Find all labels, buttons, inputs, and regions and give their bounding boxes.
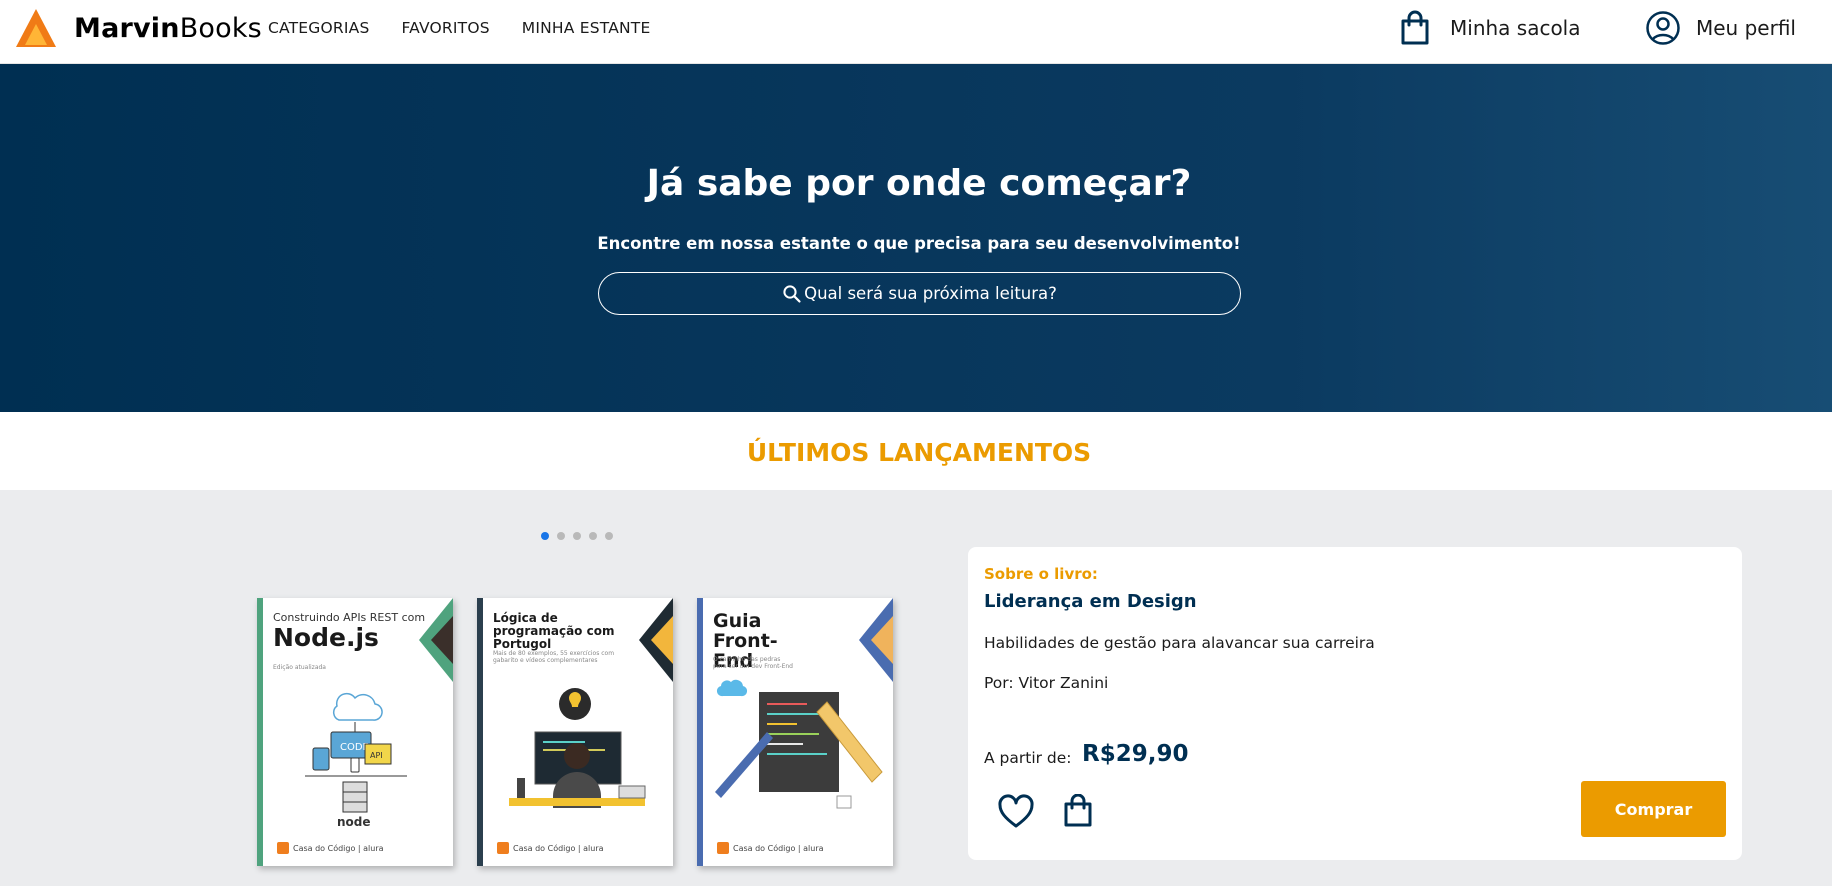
book-title-big: Node.js xyxy=(273,623,379,653)
logo-text: MarvinBooks xyxy=(74,13,262,44)
profile-link[interactable]: Meu perfil xyxy=(1645,10,1796,46)
book-spine xyxy=(697,598,703,866)
carousel-dot[interactable] xyxy=(605,532,613,540)
book-details-card: Sobre o livro: Liderança em Design Habil… xyxy=(968,547,1742,860)
book-title: Construindo APIs REST com Node.js xyxy=(273,611,425,653)
user-circle-icon xyxy=(1646,11,1680,45)
svg-text:node: node xyxy=(337,815,371,828)
logo-triangle-icon xyxy=(16,9,56,47)
search-input[interactable]: Qual será sua próxima leitura? xyxy=(598,272,1241,315)
network-illustration-icon: CODE API node xyxy=(305,692,407,828)
carousel-dots xyxy=(541,532,613,540)
book-publisher: Casa do Código | alura xyxy=(277,842,384,854)
add-to-bag-icon[interactable] xyxy=(1063,794,1093,828)
book-author: Por: Vitor Zanini xyxy=(984,674,1109,692)
price-label: A partir de: xyxy=(984,749,1072,767)
carousel-dot[interactable] xyxy=(541,532,549,540)
top-header: MarvinBooks CATEGORIAS FAVORITOS MINHA E… xyxy=(0,0,1832,64)
book-publisher: Casa do Código | alura xyxy=(717,842,824,854)
programmer-illustration-icon xyxy=(509,688,646,808)
book-spine xyxy=(477,598,483,866)
book-cover-guia-front-end[interactable]: Guia Front-End O caminho das pedras para… xyxy=(697,598,893,866)
publisher-logo-icon xyxy=(717,842,729,854)
logo-text-bold: Marvin xyxy=(74,12,180,44)
publisher-logo-icon xyxy=(497,842,509,854)
bag-label: Minha sacola xyxy=(1450,16,1581,40)
book-note: Mais de 80 exemplos, 55 exercícios com g… xyxy=(493,650,615,665)
carousel-dot[interactable] xyxy=(589,532,597,540)
book-cover-logica-portugol[interactable]: Lógica de programação com Portugol Mais … xyxy=(477,598,673,866)
search-placeholder: Qual será sua próxima leitura? xyxy=(804,284,1057,303)
book-title: Lógica de programação com Portugol xyxy=(493,611,633,652)
about-book-label: Sobre o livro: xyxy=(984,565,1098,583)
book-footer-label: Casa do Código | alura xyxy=(733,843,824,853)
profile-label: Meu perfil xyxy=(1696,16,1796,40)
search-icon xyxy=(783,284,801,303)
publisher-logo-icon xyxy=(277,842,289,854)
book-note: Edição atualizada xyxy=(273,664,326,671)
releases-section: Construindo APIs REST com Node.js Edição… xyxy=(0,490,1832,886)
shopping-bag-link[interactable]: Minha sacola xyxy=(1398,10,1581,46)
hero-banner: Já sabe por onde começar? Encontre em no… xyxy=(0,64,1832,412)
book-spine xyxy=(257,598,263,866)
hero-title: Já sabe por onde começar? xyxy=(646,163,1192,204)
svg-text:API: API xyxy=(370,751,383,760)
book-title-small: Lógica de programação com Portugol xyxy=(493,611,615,652)
heart-icon[interactable] xyxy=(997,794,1035,830)
book-footer-label: Casa do Código | alura xyxy=(513,843,604,853)
logo[interactable]: MarvinBooks xyxy=(15,8,262,48)
carousel-dot[interactable] xyxy=(557,532,565,540)
releases-title: ÚLTIMOS LANÇAMENTOS xyxy=(746,438,1092,467)
book-title: Liderança em Design xyxy=(984,591,1197,612)
book-note: O caminho das pedras para ser um dev Fro… xyxy=(713,656,793,671)
carousel-dot[interactable] xyxy=(573,532,581,540)
book-publisher: Casa do Código | alura xyxy=(497,842,604,854)
nav-minha-estante[interactable]: MINHA ESTANTE xyxy=(522,19,651,37)
book-footer-label: Casa do Código | alura xyxy=(293,843,384,853)
cover-accent-shape xyxy=(859,598,893,682)
hero-subtitle: Encontre em nossa estante o que precisa … xyxy=(597,234,1241,253)
book-cover-nodejs[interactable]: Construindo APIs REST com Node.js Edição… xyxy=(257,598,453,866)
nav-categorias[interactable]: CATEGORIAS xyxy=(268,19,369,37)
cover-accent-shape xyxy=(639,598,673,682)
shopping-bag-icon xyxy=(1401,10,1429,45)
code-ruler-illustration-icon xyxy=(715,679,883,809)
book-price: R$29,90 xyxy=(1082,741,1189,767)
buy-button[interactable]: Comprar xyxy=(1581,781,1726,837)
nav-favoritos[interactable]: FAVORITOS xyxy=(401,19,489,37)
logo-text-light: Books xyxy=(179,12,262,44)
main-nav: CATEGORIAS FAVORITOS MINHA ESTANTE xyxy=(268,19,650,37)
book-description: Habilidades de gestão para alavancar sua… xyxy=(984,634,1375,652)
releases-title-bar: ÚLTIMOS LANÇAMENTOS xyxy=(0,412,1832,490)
